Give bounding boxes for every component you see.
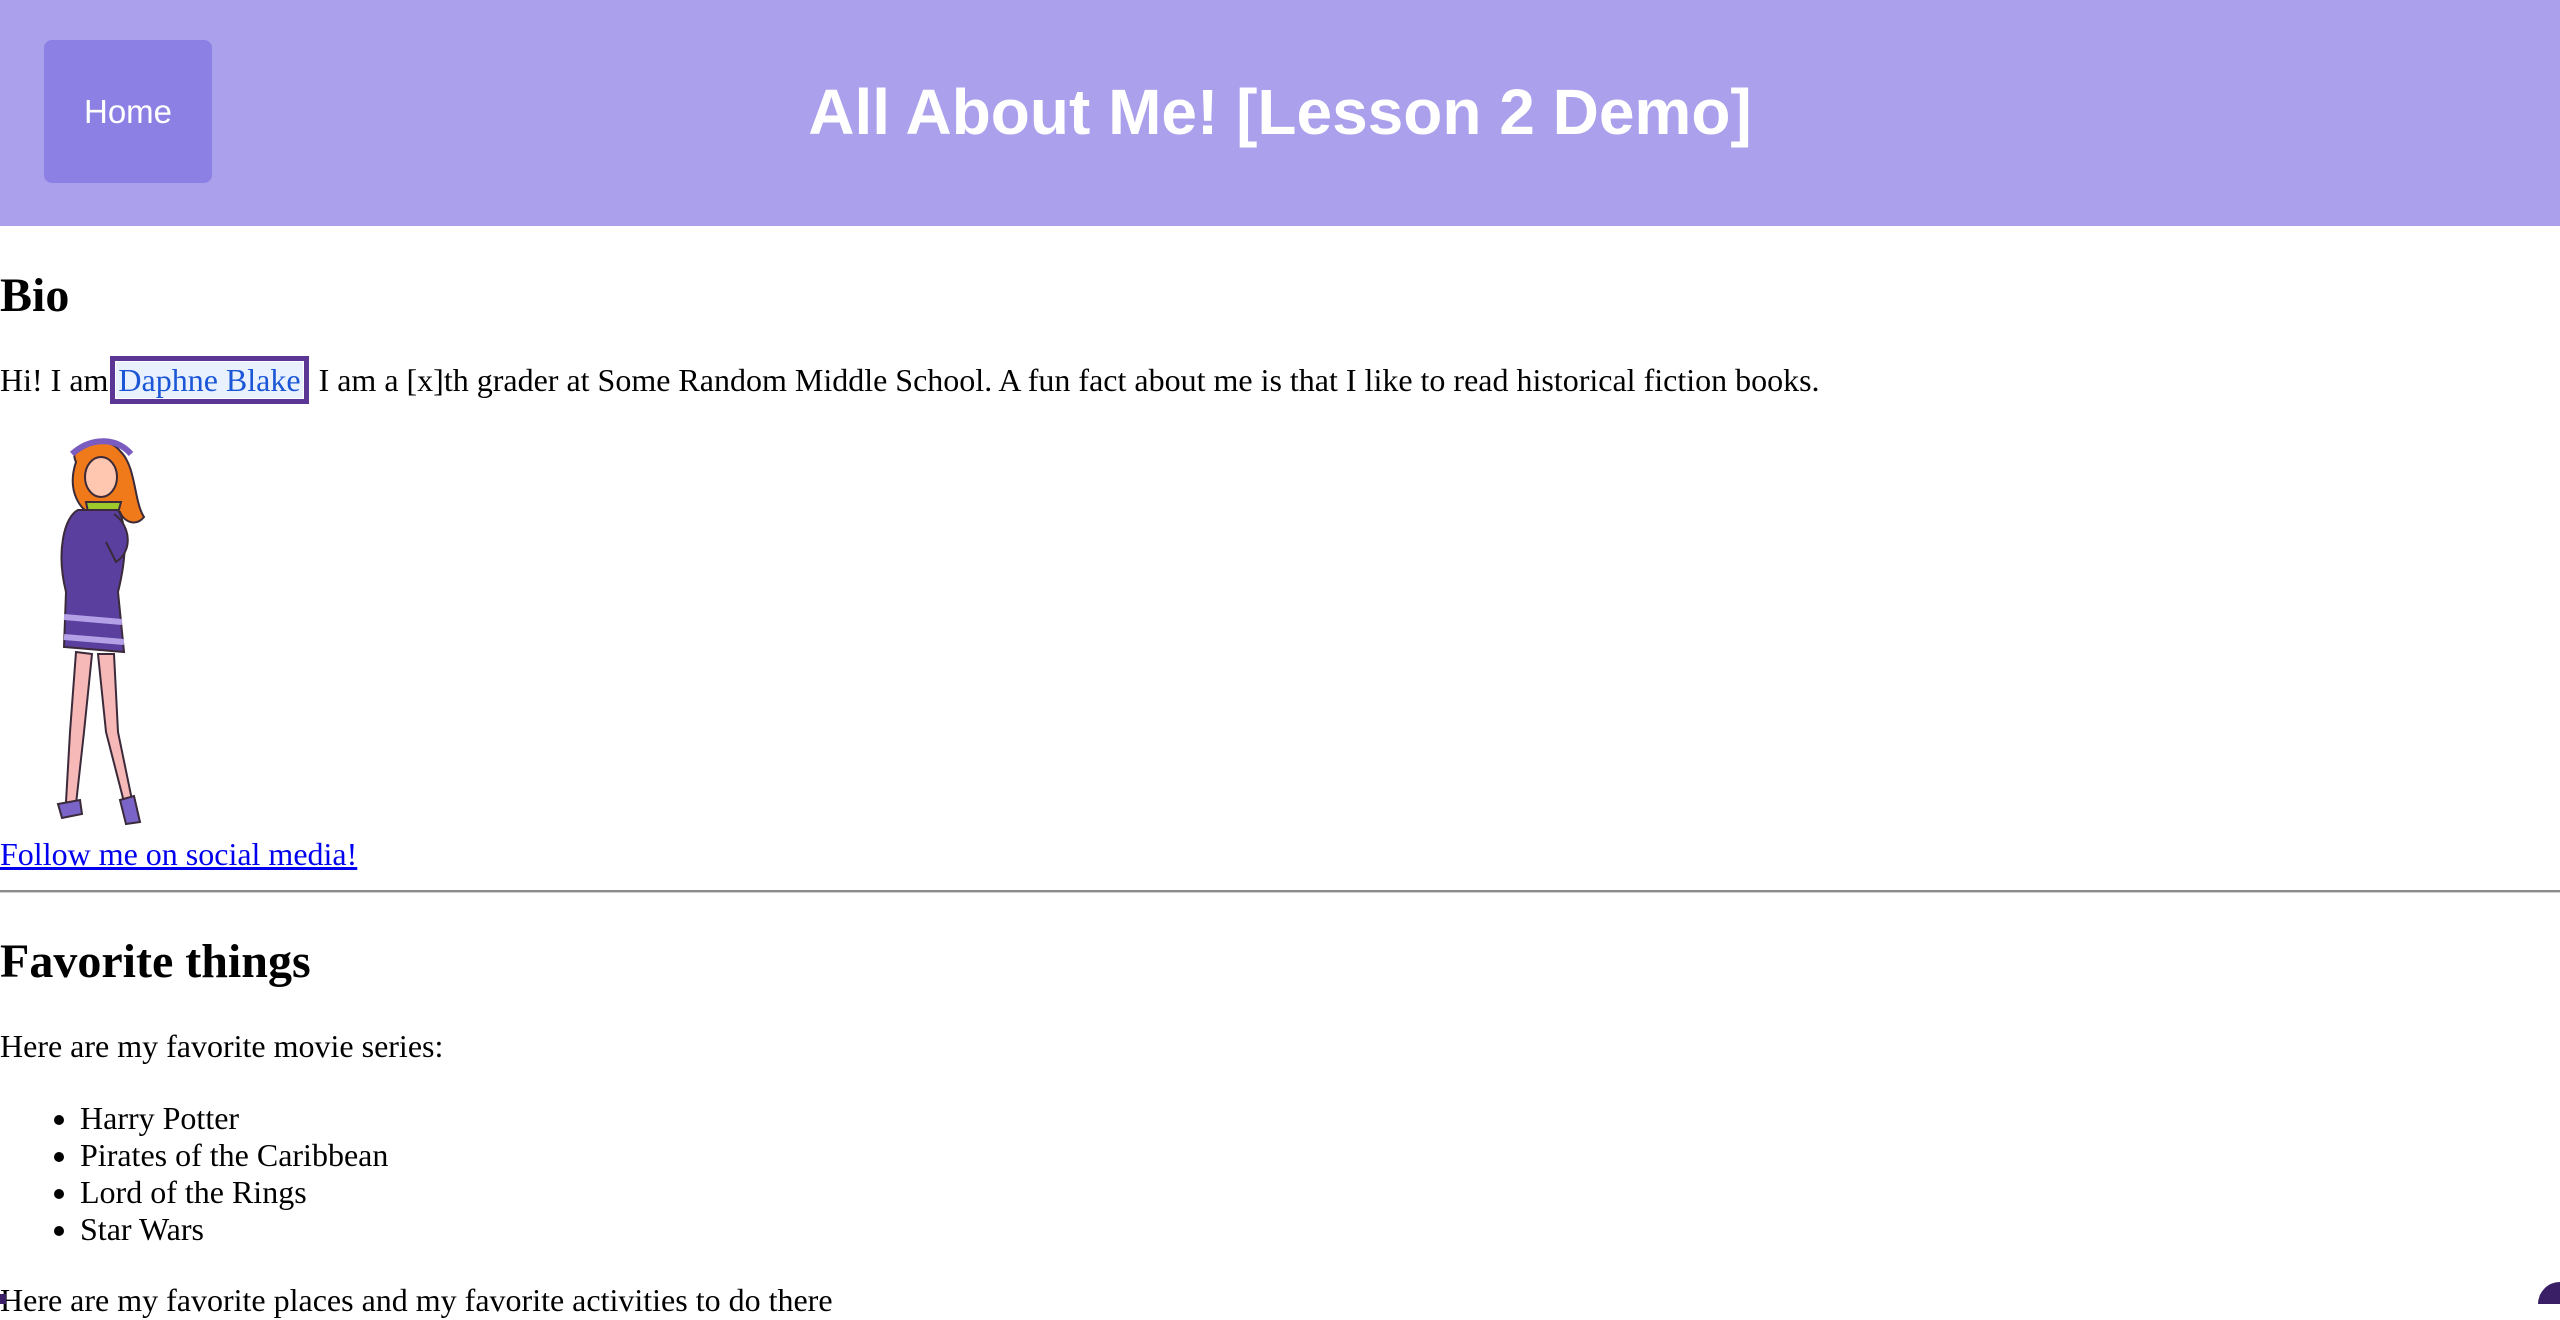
list-item: Star Wars	[80, 1211, 388, 1248]
bio-paragraph: Hi! I am Daphne Blake. I am a [x]th grad…	[0, 356, 1820, 404]
window-corner-left	[0, 1294, 6, 1304]
window-corner-right	[2538, 1282, 2560, 1304]
favorites-heading: Favorite things	[0, 935, 311, 988]
bio-text-after: . I am a [x]th grader at Some Random Mid…	[302, 362, 1820, 398]
profile-character-image	[56, 438, 146, 826]
section-divider	[0, 890, 2560, 893]
name-link[interactable]: Daphne Blake	[110, 356, 309, 404]
site-header: Home All About Me! [Lesson 2 Demo]	[0, 0, 2560, 226]
page-title: All About Me! [Lesson 2 Demo]	[808, 76, 1752, 148]
list-item: Pirates of the Caribbean	[80, 1137, 388, 1174]
movie-list: Harry Potter Pirates of the Caribbean Lo…	[0, 1100, 388, 1248]
movies-intro: Here are my favorite movie series:	[0, 1028, 444, 1064]
list-item: Harry Potter	[80, 1100, 388, 1137]
list-item: Lord of the Rings	[80, 1174, 388, 1211]
places-intro: Here are my favorite places and my favor…	[0, 1282, 833, 1318]
bio-heading: Bio	[0, 269, 70, 322]
bio-text-before: Hi! I am	[0, 362, 117, 398]
social-media-link[interactable]: Follow me on social media!	[0, 834, 357, 874]
